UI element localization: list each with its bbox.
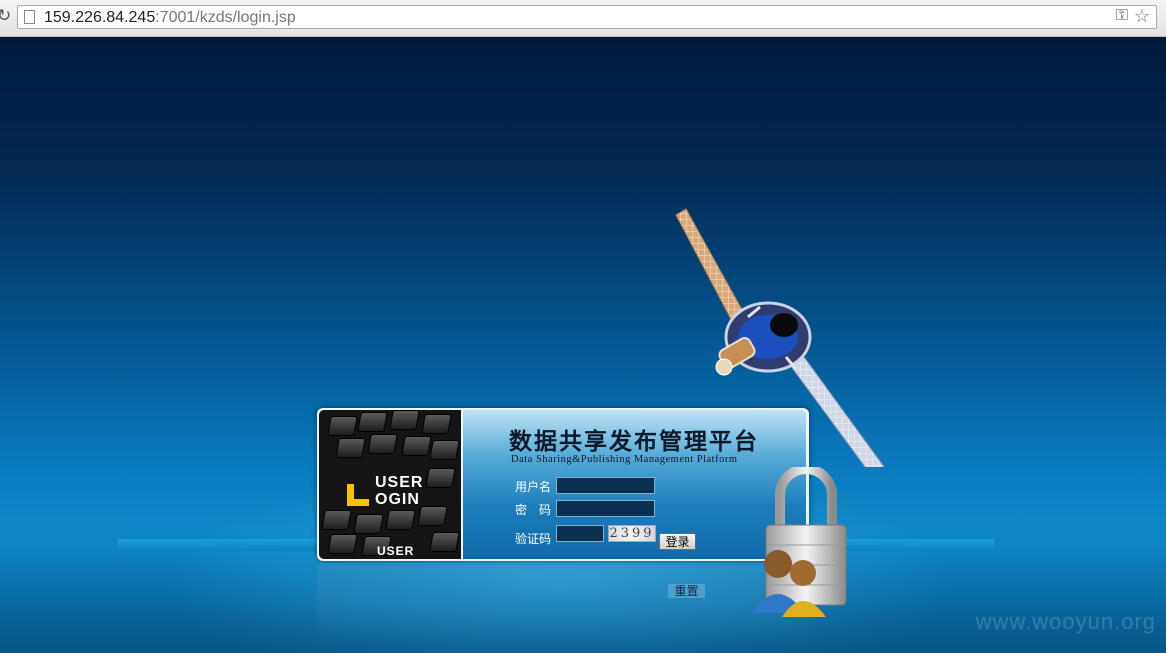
logo-text-partial: USER <box>377 544 415 558</box>
page-icon <box>24 10 35 24</box>
captcha-image[interactable]: 2399 <box>608 525 656 542</box>
keyboard-image: USER OGIN USER <box>319 410 461 559</box>
platform-title-en: Data Sharing&Publishing Management Platf… <box>511 454 738 465</box>
username-input[interactable] <box>556 477 655 494</box>
username-label: 用户名 <box>515 480 552 494</box>
url-path: :7001/kzds/login.jsp <box>155 9 296 26</box>
login-panel: USER OGIN USER 数据共享发布管理平台 Data Sharing&P… <box>317 408 809 561</box>
login-button[interactable]: 登录 <box>659 533 696 550</box>
password-input[interactable] <box>556 500 655 517</box>
url-host: 159.226.84.245 <box>44 9 156 26</box>
reload-icon[interactable]: ↻ <box>0 6 11 26</box>
reset-button[interactable]: 重置 <box>668 584 705 598</box>
captcha-label: 验证码 <box>515 532 552 546</box>
bookmark-star-icon[interactable]: ☆ <box>1134 6 1150 27</box>
address-bar[interactable]: 159.226.84.245:7001/kzds/login.jsp ⚿ ☆ <box>17 5 1157 29</box>
key-icon[interactable]: ⚿ <box>1116 7 1128 25</box>
login-page-background: USER OGIN USER 数据共享发布管理平台 Data Sharing&P… <box>0 37 1166 653</box>
panel-reflection <box>317 563 809 643</box>
padlock-users-icon <box>752 467 847 617</box>
password-label: 密 码 <box>515 503 552 517</box>
logo-text-login: OGIN <box>375 491 420 508</box>
logo-text-user: USER <box>375 474 424 491</box>
url-text[interactable]: 159.226.84.245:7001/kzds/login.jsp <box>44 9 296 27</box>
captcha-input[interactable] <box>556 525 604 542</box>
browser-toolbar: ↻ 159.226.84.245:7001/kzds/login.jsp ⚿ ☆ <box>0 0 1166 37</box>
watermark: www.wooyun.org <box>975 609 1156 634</box>
platform-title-cn: 数据共享发布管理平台 <box>509 428 759 455</box>
